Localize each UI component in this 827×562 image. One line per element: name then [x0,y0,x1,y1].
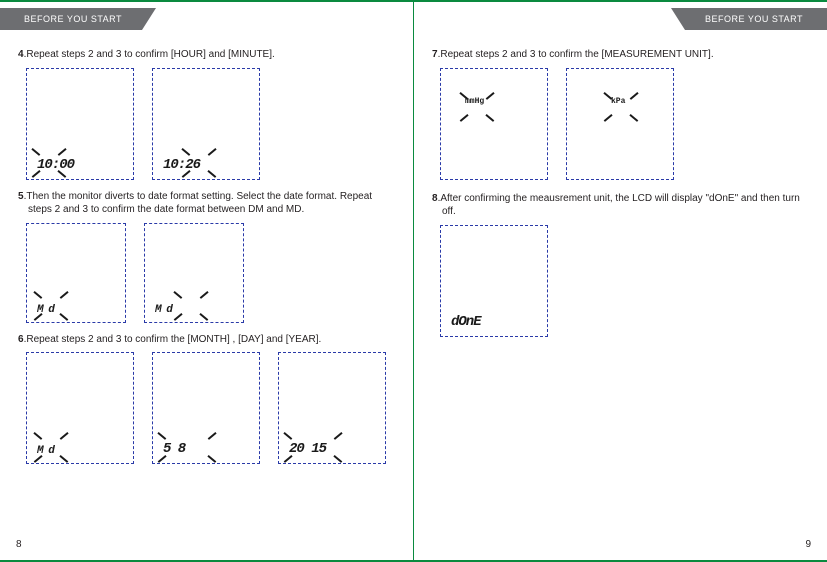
step7-lcd-row: mmHg kPa [440,68,809,180]
left-page: BEFORE YOU START 4.Repeat steps 2 and 3 … [0,2,413,560]
lcd-hour: 10:00 [26,68,134,180]
lcd-year: 20 15 [278,352,386,464]
step-4: 4.Repeat steps 2 and 3 to confirm [HOUR]… [18,48,395,62]
step4-lcd-row: 10:00 10:26 [26,68,395,180]
step-text: .Repeat steps 2 and 3 to confirm the [MO… [24,334,322,345]
section-tab-left: BEFORE YOU START [0,8,142,30]
step8-lcd-row: dOnE [440,225,809,337]
lcd-value: 20 15 [289,441,326,457]
right-content: 7.Repeat steps 2 and 3 to confirm the [M… [432,30,809,337]
step-text: .Repeat steps 2 and 3 to confirm [HOUR] … [24,49,275,60]
lcd-minute: 10:26 [152,68,260,180]
step6-lcd-row: M d 5 8 20 15 [26,352,395,464]
lcd-value: M d [37,304,54,316]
lcd-value: M d [37,445,54,457]
step-text: .After confirming the meausrement unit, … [438,193,800,218]
lcd-day: 5 8 [152,352,260,464]
step-7: 7.Repeat steps 2 and 3 to confirm the [M… [432,48,809,62]
step-5: 5.Then the monitor diverts to date forma… [18,190,395,217]
lcd-unit-mmhg: mmHg [440,68,548,180]
lcd-done: dOnE [440,225,548,337]
left-content: 4.Repeat steps 2 and 3 to confirm [HOUR]… [18,30,395,464]
step-6: 6.Repeat steps 2 and 3 to confirm the [M… [18,333,395,347]
manual-spread: BEFORE YOU START 4.Repeat steps 2 and 3 … [0,0,827,562]
lcd-unit-kpa: kPa [566,68,674,180]
blink-ticks-icon [173,294,209,318]
lcd-dateformat-dm: M d [26,223,126,323]
step5-lcd-row: M d M d [26,223,395,323]
lcd-unit-label: mmHg [465,97,484,106]
lcd-value: 10:00 [37,157,74,173]
lcd-value: 10:26 [163,157,200,173]
section-tab-right: BEFORE YOU START [685,8,827,30]
lcd-value: dOnE [451,314,481,330]
page-number-right: 9 [805,539,811,550]
right-page: BEFORE YOU START 7.Repeat steps 2 and 3 … [414,2,827,560]
lcd-month: M d [26,352,134,464]
page-number-left: 8 [16,539,22,550]
lcd-value: M d [155,304,172,316]
step-text: .Repeat steps 2 and 3 to confirm the [ME… [438,49,714,60]
step-text: .Then the monitor diverts to date format… [24,191,373,216]
lcd-dateformat-md: M d [144,223,244,323]
lcd-value: 5 8 [163,441,185,457]
step-8: 8.After confirming the meausrement unit,… [432,192,809,219]
lcd-unit-label: kPa [611,97,625,106]
